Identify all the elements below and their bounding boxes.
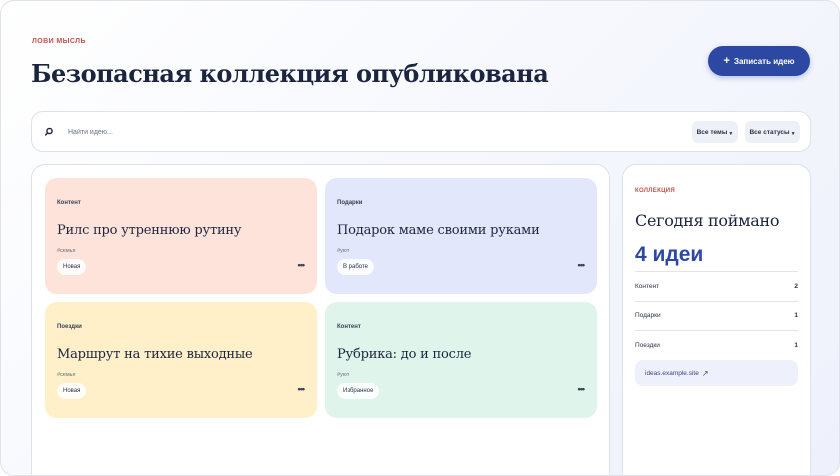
- more-icon[interactable]: •••: [298, 261, 306, 270]
- chevron-down-icon: ▼: [728, 130, 734, 137]
- search-icon: [44, 127, 53, 136]
- search-bar: Все темы ▼ Все статусы ▼: [31, 111, 811, 152]
- app-window: ЛОВИ МЫСЛЬ Безопасная коллекция опублико…: [0, 0, 840, 476]
- search-input[interactable]: [68, 121, 668, 143]
- summary-row-count: 2: [794, 282, 798, 290]
- plus-icon: +: [723, 54, 730, 67]
- brand-eyebrow: ЛОВИ МЫСЛЬ: [32, 38, 86, 45]
- card-hashtag: #уют: [337, 248, 350, 254]
- card-status-badge[interactable]: Новая: [57, 259, 87, 275]
- card-hashtag: #семья: [57, 248, 76, 254]
- summary-row-label: Поездки: [635, 341, 660, 349]
- collection-link-text: ideas.example.site: [645, 369, 699, 377]
- status-filter-label: Все статусы: [749, 128, 790, 136]
- card-tag: Поездки: [57, 324, 82, 330]
- card-hashtag: #уют: [337, 372, 350, 378]
- summary-title: Сегодня поймано: [635, 211, 780, 230]
- summary-row-label: Контент: [635, 282, 660, 290]
- summary-list: Контент 2 Подарки 1 Поездки 1: [635, 271, 798, 360]
- idea-card[interactable]: Контент Рубрика: до и после #уют Избранн…: [325, 302, 597, 418]
- card-tag: Контент: [57, 200, 81, 206]
- summary-row: Подарки 1: [635, 300, 798, 331]
- card-title: Маршрут на тихие выходные: [57, 347, 253, 362]
- summary-row-count: 1: [794, 312, 798, 320]
- summary-count: 4 идеи: [635, 243, 704, 266]
- topics-filter-select[interactable]: Все темы ▼: [692, 121, 738, 143]
- external-link-icon: ↗: [701, 368, 709, 378]
- idea-card[interactable]: Поездки Маршрут на тихие выходные #семья…: [45, 302, 317, 418]
- summary-row: Поездки 1: [635, 330, 798, 360]
- card-tag: Подарки: [337, 200, 363, 206]
- collection-summary-panel: КОЛЛЕКЦИЯ Сегодня поймано 4 идеи Контент…: [622, 164, 811, 475]
- card-hashtag: #семья: [57, 372, 76, 378]
- chevron-down-icon: ▼: [790, 130, 796, 137]
- summary-row-label: Подарки: [635, 312, 661, 320]
- collection-link[interactable]: ideas.example.site ↗: [635, 360, 798, 386]
- add-idea-label: Записать идею: [733, 56, 795, 66]
- more-icon[interactable]: •••: [578, 385, 586, 394]
- idea-card[interactable]: Контент Рилс про утреннюю рутину #семья …: [45, 178, 317, 294]
- card-title: Подарок маме своими руками: [337, 223, 540, 238]
- add-idea-button[interactable]: + Записать идею: [708, 46, 810, 76]
- summary-eyebrow: КОЛЛЕКЦИЯ: [635, 188, 675, 194]
- card-status-badge[interactable]: Избранное: [337, 383, 380, 399]
- summary-row: Контент 2: [635, 271, 798, 301]
- card-title: Рилс про утреннюю рутину: [57, 223, 242, 238]
- card-status-badge[interactable]: В работе: [337, 259, 375, 275]
- card-title: Рубрика: до и после: [337, 347, 472, 362]
- more-icon[interactable]: •••: [298, 385, 306, 394]
- page-title: Безопасная коллекция опубликована: [31, 59, 549, 88]
- idea-card[interactable]: Подарки Подарок маме своими руками #уют …: [325, 178, 597, 294]
- ideas-board: Контент Рилс про утреннюю рутину #семья …: [31, 164, 610, 475]
- status-filter-select[interactable]: Все статусы ▼: [745, 121, 800, 143]
- topics-filter-label: Все темы: [696, 128, 728, 136]
- more-icon[interactable]: •••: [578, 261, 586, 270]
- summary-row-count: 1: [794, 341, 798, 349]
- card-status-badge[interactable]: Новая: [57, 383, 87, 399]
- card-tag: Контент: [337, 324, 361, 330]
